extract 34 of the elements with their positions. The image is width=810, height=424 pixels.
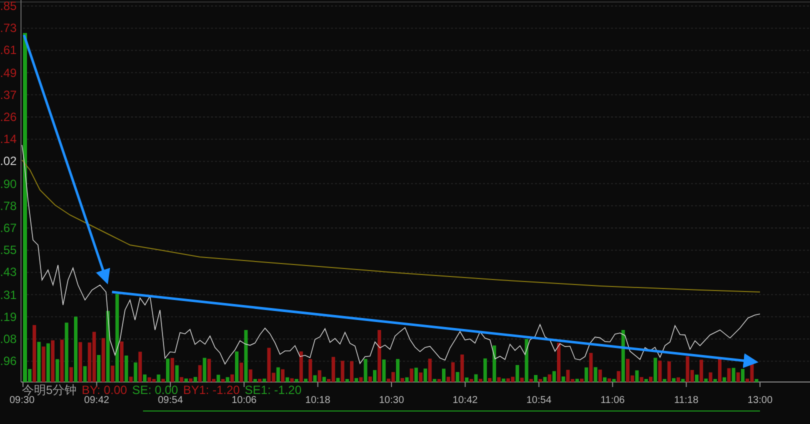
price-axis-label: .02 <box>0 155 17 168</box>
time-axis-label: 10:30 <box>378 395 404 407</box>
price-axis-label: .37 <box>0 88 17 101</box>
price-axis-label: .19 <box>0 310 17 323</box>
price-axis-label: .67 <box>0 222 17 234</box>
price-axis-label: .96 <box>0 355 17 368</box>
time-axis-label: 10:06 <box>232 395 257 407</box>
range-scrollbar[interactable] <box>142 410 760 412</box>
price-axis-label: .55 <box>0 244 17 256</box>
price-axis-label: .85 <box>0 0 17 12</box>
time-axis-label: 09:30 <box>9 395 35 407</box>
time-axis-label: 13:00 <box>747 395 773 407</box>
indicator-legend: SE: 0.00 <box>132 383 178 397</box>
time-axis-label: 09:42 <box>84 395 110 407</box>
price-axis-label: .31 <box>0 288 17 301</box>
time-axis-label: 09:54 <box>158 395 183 407</box>
time-axis-label: 11:06 <box>600 395 625 407</box>
price-axis-label: .08 <box>0 333 17 345</box>
price-axis-label: .49 <box>0 66 17 79</box>
price-axis-label: .78 <box>0 200 17 212</box>
time-axis-label: 10:54 <box>526 395 552 407</box>
price-axis-label: .26 <box>0 111 17 123</box>
price-axis-label: .61 <box>0 44 17 56</box>
price-axis-label: .73 <box>0 22 17 34</box>
indicator-legend: BY: 0.00 <box>82 383 128 397</box>
time-axis-label: 11:18 <box>674 395 698 407</box>
indicator-legend: BY1: -1.20 <box>183 383 240 397</box>
indicator-legend: 今明5分钟 <box>22 383 77 397</box>
time-axis-label: 10:18 <box>305 395 330 407</box>
price-axis-label: .14 <box>0 133 17 146</box>
time-axis-label: 10:42 <box>452 395 478 407</box>
price-axis-label: .90 <box>0 178 17 190</box>
price-axis-label: .43 <box>0 266 17 278</box>
indicator-legend: SE1: -1.20 <box>244 383 302 397</box>
